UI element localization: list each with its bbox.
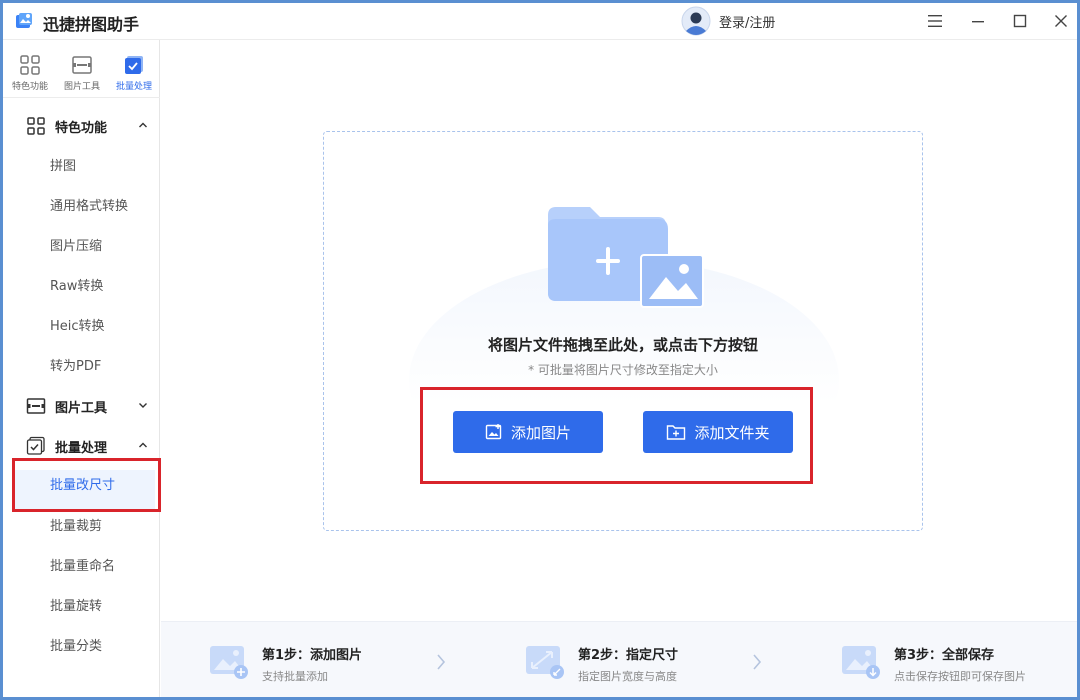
step-desc: 支持批量添加: [262, 670, 328, 683]
batch-check-icon: [125, 56, 143, 74]
group-label: 特色功能: [55, 121, 108, 136]
nav-item-heic[interactable]: Heic转换: [3, 307, 160, 347]
top-tab-label: 批量处理: [115, 82, 152, 92]
app-logo-icon: [16, 13, 32, 28]
nav-item-format-convert[interactable]: 通用格式转换: [3, 187, 160, 227]
add-image-button[interactable]: 添加图片: [453, 411, 603, 453]
close-icon: [1055, 15, 1067, 27]
maximize-icon: [1013, 14, 1027, 28]
drop-zone-hint: * 可批量将图片尺寸修改至指定大小: [528, 363, 718, 377]
app-title: 迅捷拼图助手: [43, 15, 140, 34]
resize-step-icon: [526, 646, 564, 679]
login-register-link[interactable]: 登录/注册: [719, 12, 775, 31]
top-tab-features[interactable]: 特色功能: [6, 54, 54, 92]
step-desc: 指定图片宽度与高度: [578, 670, 677, 683]
add-image-step-icon: [210, 646, 248, 679]
title-bar: 迅捷拼图助手 登录/注册: [3, 3, 1077, 40]
sidebar: 特色功能 图片工具 批量处理 特色功能 拼图 通用格式转换 图片压缩 Raw转换…: [3, 40, 161, 697]
group-image-tools[interactable]: 图片工具: [3, 386, 160, 426]
minimize-icon: [972, 21, 984, 23]
nav-item-collage[interactable]: 拼图: [3, 147, 160, 187]
close-button[interactable]: [1049, 9, 1073, 33]
drop-zone-title: 将图片文件拖拽至此处，或点击下方按钮: [487, 336, 758, 354]
add-image-label: 添加图片: [510, 423, 571, 442]
chevron-up-icon: [139, 122, 147, 128]
chevron-right-icon: [437, 654, 446, 670]
nav-item-batch-rename[interactable]: 批量重命名: [3, 547, 160, 587]
top-tab-label: 特色功能: [11, 82, 48, 92]
grid-icon: [27, 117, 45, 135]
chevron-right-icon: [753, 654, 762, 670]
hamburger-icon: [928, 15, 942, 27]
group-label: 批量处理: [55, 441, 108, 456]
group-label: 图片工具: [55, 401, 108, 416]
group-features[interactable]: 特色功能: [3, 106, 160, 146]
top-tab-batch[interactable]: 批量处理: [110, 54, 158, 92]
nav-item-batch-crop[interactable]: 批量裁剪: [3, 507, 160, 547]
login-area[interactable]: 登录/注册: [681, 6, 775, 36]
nav-item-label: 批量改尺寸: [50, 478, 116, 493]
app-window: 迅捷拼图助手 登录/注册 特色功能 图片工具 批量处理 特色功能 拼图 通用格式…: [0, 0, 1080, 700]
nav-item-to-pdf[interactable]: 转为PDF: [3, 347, 160, 387]
image-tool-icon: [72, 56, 92, 74]
maximize-button[interactable]: [1008, 9, 1032, 33]
avatar-icon: [681, 6, 711, 36]
nav-item-batch-classify[interactable]: 批量分类: [3, 627, 160, 667]
group-batch[interactable]: 批量处理: [3, 426, 160, 466]
top-tab-image-tools[interactable]: 图片工具: [58, 54, 106, 92]
nav-item-batch-resize[interactable]: 批量改尺寸: [3, 466, 160, 512]
sidebar-top-tabs: 特色功能 图片工具 批量处理: [3, 40, 160, 98]
image-tool-icon: [26, 398, 46, 414]
step-title: 第3步：全部保存: [894, 648, 995, 663]
add-folder-icon: [667, 425, 686, 440]
folder-add-image-illustration: [548, 207, 704, 308]
nav-item-raw[interactable]: Raw转换: [3, 267, 160, 307]
chevron-up-icon: [139, 442, 147, 448]
save-step-icon: [842, 646, 880, 679]
chevron-down-icon: [139, 403, 147, 408]
add-image-icon: [485, 424, 502, 440]
minimize-button[interactable]: [966, 9, 990, 33]
step-desc: 点击保存按钮即可保存图片: [894, 670, 1026, 683]
step-title: 第1步：添加图片: [262, 648, 363, 663]
nav-item-compress[interactable]: 图片压缩: [3, 227, 160, 267]
step-title: 第2步：指定尺寸: [578, 648, 679, 663]
add-folder-label: 添加文件夹: [694, 423, 770, 442]
grid-icon: [20, 55, 40, 75]
steps-bar: 第1步：添加图片 支持批量添加 第2步：指定尺寸 指定图片宽度与高度 第3步：全…: [161, 621, 1077, 697]
add-folder-button[interactable]: 添加文件夹: [643, 411, 793, 453]
top-tab-label: 图片工具: [63, 82, 100, 92]
main-panel: 将图片文件拖拽至此处，或点击下方按钮 * 可批量将图片尺寸修改至指定大小 添加图…: [161, 40, 1077, 697]
nav-item-batch-rotate[interactable]: 批量旋转: [3, 587, 160, 627]
batch-check-icon: [26, 436, 45, 455]
drop-zone[interactable]: 将图片文件拖拽至此处，或点击下方按钮 * 可批量将图片尺寸修改至指定大小 添加图…: [323, 131, 923, 531]
menu-button[interactable]: [923, 9, 947, 33]
